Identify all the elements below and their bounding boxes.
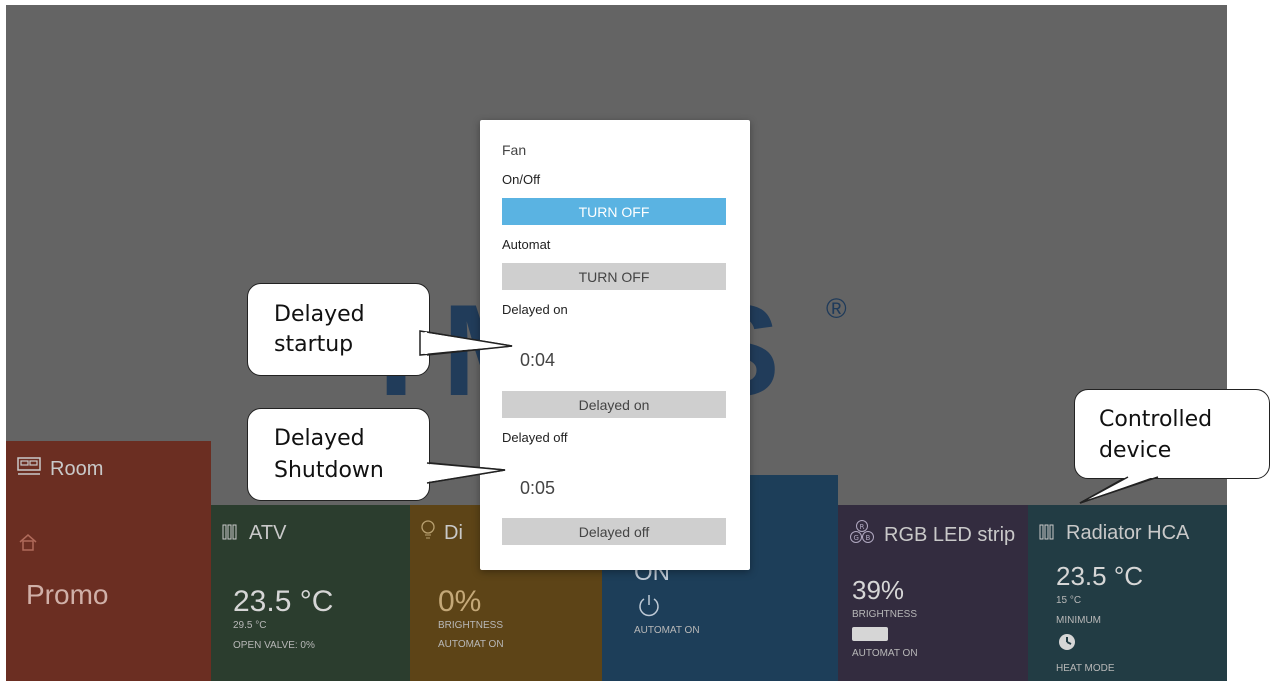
- callout-shutdown-line2: Shutdown: [274, 458, 384, 483]
- callout-device-line2: device: [1099, 438, 1172, 463]
- callout-startup-line2: startup: [274, 332, 354, 357]
- callout-startup-line1: Delayed: [274, 302, 365, 327]
- callout-delayed-shutdown: [247, 408, 430, 501]
- callout-shutdown-line1: Delayed: [274, 426, 365, 451]
- callout-device-line1: Controlled: [1099, 407, 1213, 432]
- callout-startup-pointer: [419, 330, 1159, 504]
